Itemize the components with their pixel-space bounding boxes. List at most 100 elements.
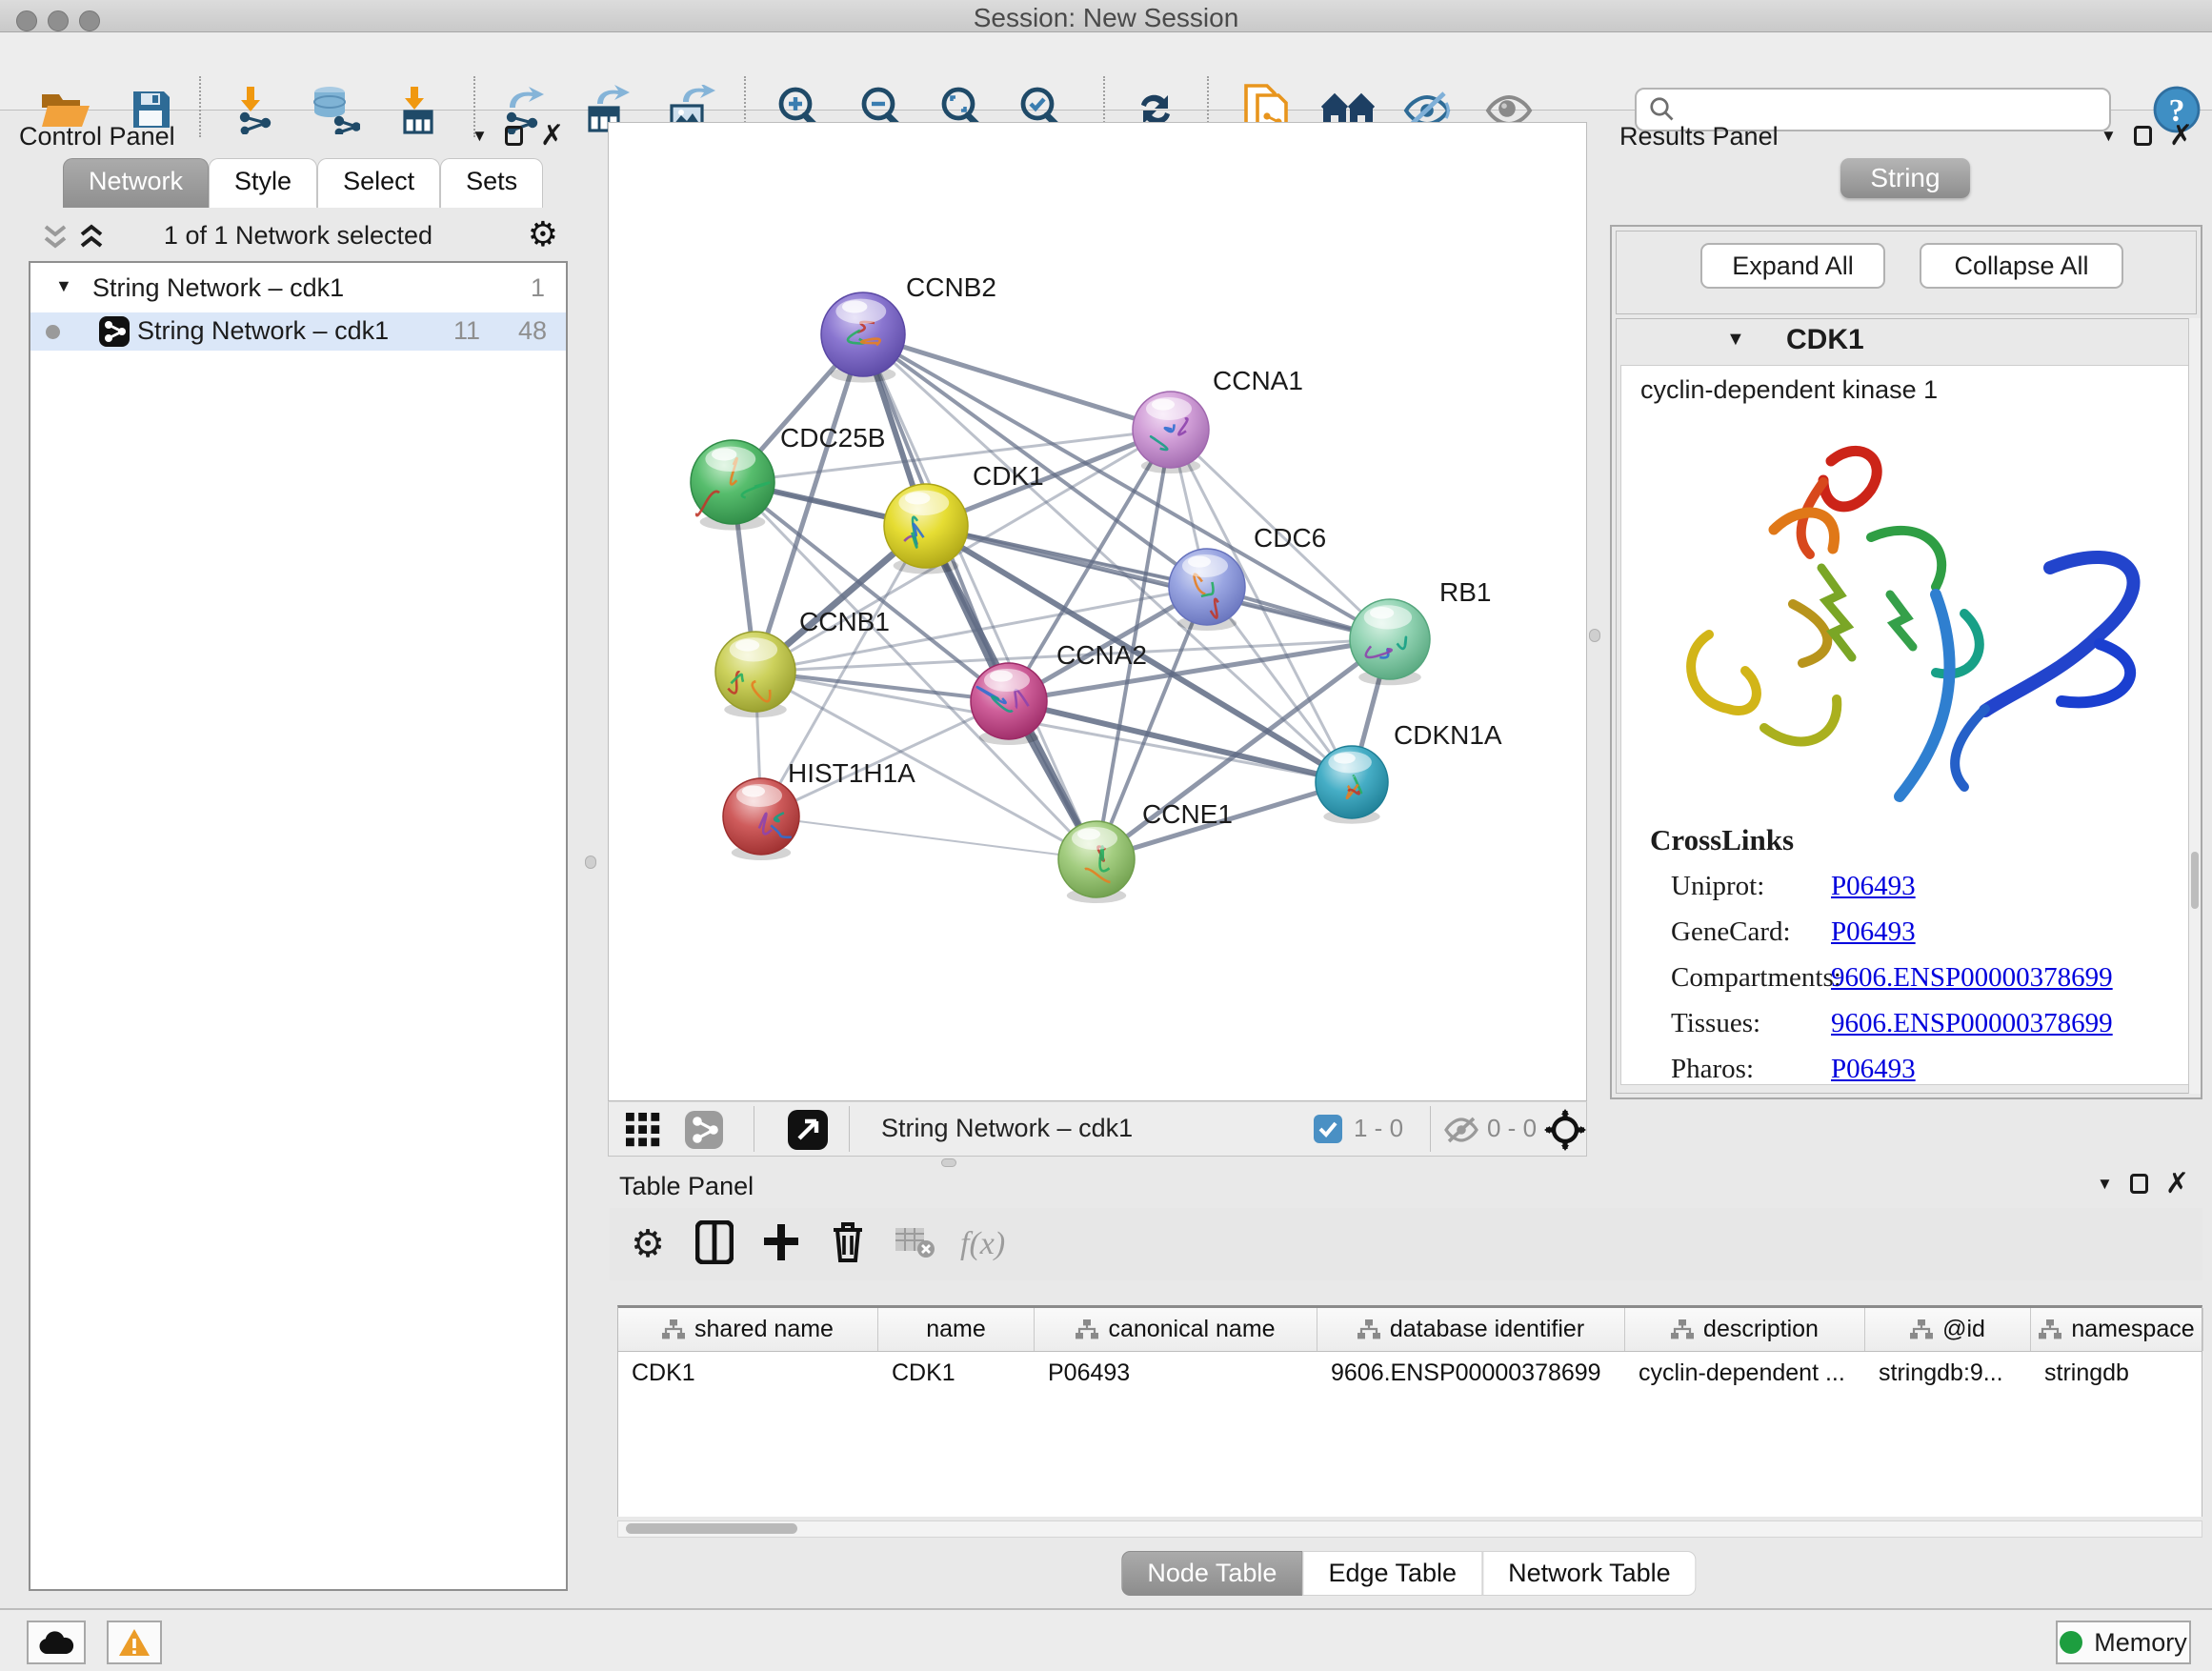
control-panel: Control Panel ▼ ✗ Network Style Select S… [8,118,577,1602]
tab-edge-table[interactable]: Edge Table [1302,1551,1482,1596]
network-options-gear-icon[interactable]: ⚙ [528,215,558,254]
panel-menu-icon[interactable]: ▼ [2097,1175,2113,1194]
network-collection-row[interactable]: ▼ String Network – cdk1 1 [30,272,566,307]
column-header-shared-name[interactable]: shared name [618,1308,878,1351]
node-label: CDKN1A [1394,720,1502,750]
main-toolbar: ? [0,32,2212,111]
table-tabs: Node Table Edge Table Network Table [1121,1551,1696,1596]
function-builder-icon: f(x) [960,1226,1005,1262]
column-header-canonical-name[interactable]: canonical name [1035,1308,1317,1351]
birds-eye-view-icon[interactable] [788,1110,828,1155]
tab-network-table[interactable]: Network Table [1482,1551,1697,1596]
create-column-icon[interactable] [760,1220,802,1269]
collapse-all-button[interactable]: Collapse All [1920,243,2123,289]
warning-status-button[interactable] [107,1621,162,1664]
network-selection-status: 1 of 1 Network selected [29,221,568,251]
network-node-HIST1H1A[interactable]: HIST1H1A [723,758,915,860]
tab-style[interactable]: Style [209,158,317,208]
collection-count: 1 [531,273,545,303]
table-row[interactable]: CDK1CDK1P064939606.ENSP00000378699cyclin… [618,1352,2202,1394]
toolbar-separator [849,1106,850,1152]
table-cell[interactable]: CDK1 [618,1352,878,1394]
results-scrollbar[interactable] [2188,318,2201,1094]
column-header-name[interactable]: name [878,1308,1035,1351]
network-node-CDKN1A[interactable]: CDKN1A [1316,720,1502,824]
node-label: CDC6 [1254,523,1326,553]
network-share-view-icon[interactable] [685,1111,723,1154]
left-splitter-handle[interactable] [585,856,596,869]
network-node-CCNE1[interactable]: CCNE1 [1058,799,1233,903]
column-header-namespace[interactable]: namespace [2031,1308,2203,1351]
table-cell[interactable]: P06493 [1035,1352,1317,1394]
delete-table-icon [894,1226,935,1263]
crosslink-label: Pharos: [1650,1054,1831,1085]
memory-status-icon [2060,1631,2082,1654]
network-edge-count: 48 [518,316,547,346]
crosslink-link[interactable]: P06493 [1831,1054,1916,1085]
hidden-eye-slash-icon[interactable] [1443,1116,1479,1149]
fit-content-crosshair-icon[interactable] [1544,1109,1586,1156]
table-cell[interactable]: stringdb [2031,1352,2203,1394]
tab-network[interactable]: Network [63,158,209,208]
crosslink-link[interactable]: P06493 [1831,871,1916,902]
collection-expander-icon[interactable]: ▼ [55,276,72,296]
close-panel-icon[interactable]: ✗ [540,127,564,146]
network-view-toolbar: String Network – cdk1 1 - 0 0 - 0 [608,1101,1587,1157]
string-results-tab[interactable]: String [1840,158,1970,198]
table-horizontal-scrollbar[interactable] [617,1520,2202,1538]
tab-select[interactable]: Select [317,158,440,208]
float-panel-icon[interactable] [2134,126,2152,146]
network-row-selected[interactable]: String Network – cdk1 11 48 [30,312,566,351]
crosslink-link[interactable]: 9606.ENSP00000378699 [1831,1008,2113,1039]
results-panel-title: Results Panel [1619,122,1779,151]
network-view-title: String Network – cdk1 [881,1114,1133,1143]
grid-view-icon[interactable] [626,1113,660,1152]
close-panel-icon[interactable]: ✗ [2169,127,2193,146]
crosslink-link[interactable]: P06493 [1831,916,1916,948]
toolbar-separator [1430,1106,1431,1152]
table-options-gear-icon[interactable]: ⚙ [627,1222,669,1266]
table-cell[interactable]: CDK1 [878,1352,1035,1394]
network-node-RB1[interactable]: RB1 [1350,577,1491,685]
node-label: CCNA2 [1056,640,1147,670]
warning-icon [117,1627,151,1658]
network-canvas[interactable]: CCNB2CCNA1CDC25BCDK1CDC6RB1CCNB1CCNA2CDK… [608,122,1587,1101]
cloud-status-button[interactable] [27,1621,86,1664]
section-expander-icon[interactable]: ▼ [1726,329,1745,351]
table-cell[interactable]: cyclin-dependent ... [1625,1352,1865,1394]
results-button-row: Expand All Collapse All [1616,231,2197,314]
node-label: HIST1H1A [788,758,915,788]
close-panel-icon[interactable]: ✗ [2165,1175,2189,1194]
column-header-database-identifier[interactable]: database identifier [1317,1308,1625,1351]
table-toolbar: ⚙ f(x) [610,1208,2202,1280]
protein-section: ▼ CDK1 cyclin-dependent kinase 1 [1616,318,2197,1094]
panel-menu-icon[interactable]: ▼ [2101,127,2117,146]
column-header--id[interactable]: @id [1865,1308,2031,1351]
float-panel-icon[interactable] [505,126,523,146]
protein-description: cyclin-dependent kinase 1 [1640,375,1938,405]
status-bar: Memory [0,1608,2212,1671]
tab-node-table[interactable]: Node Table [1121,1551,1302,1596]
protein-section-header[interactable]: ▼ CDK1 [1617,319,2196,363]
delete-column-trash-icon[interactable] [827,1220,869,1269]
float-panel-icon[interactable] [2130,1174,2148,1194]
control-panel-title: Control Panel [19,122,175,151]
memory-button[interactable]: Memory [2056,1621,2191,1664]
network-label: String Network – cdk1 [137,316,389,346]
current-network-indicator [46,325,60,339]
table-cell[interactable]: 9606.ENSP00000378699 [1317,1352,1625,1394]
tab-sets[interactable]: Sets [440,158,543,208]
network-node-CCNA1[interactable]: CCNA1 [1133,366,1303,473]
node-label: CCNA1 [1213,366,1303,395]
panel-menu-icon[interactable]: ▼ [472,127,488,146]
crosslinks-block: CrossLinks Uniprot:P06493GeneCard:P06493… [1650,823,2113,1099]
selected-checkbox-icon[interactable] [1314,1115,1342,1148]
column-header-description[interactable]: description [1625,1308,1865,1351]
show-columns-icon[interactable] [694,1220,735,1269]
expand-all-button[interactable]: Expand All [1700,243,1885,289]
table-cell[interactable]: stringdb:9... [1865,1352,2031,1394]
crosslink-link[interactable]: 9606.ENSP00000378699 [1831,962,2113,994]
selected-count: 1 - 0 [1354,1114,1403,1143]
crosslink-label: Compartments: [1650,962,1831,994]
node-label: CCNE1 [1142,799,1233,829]
